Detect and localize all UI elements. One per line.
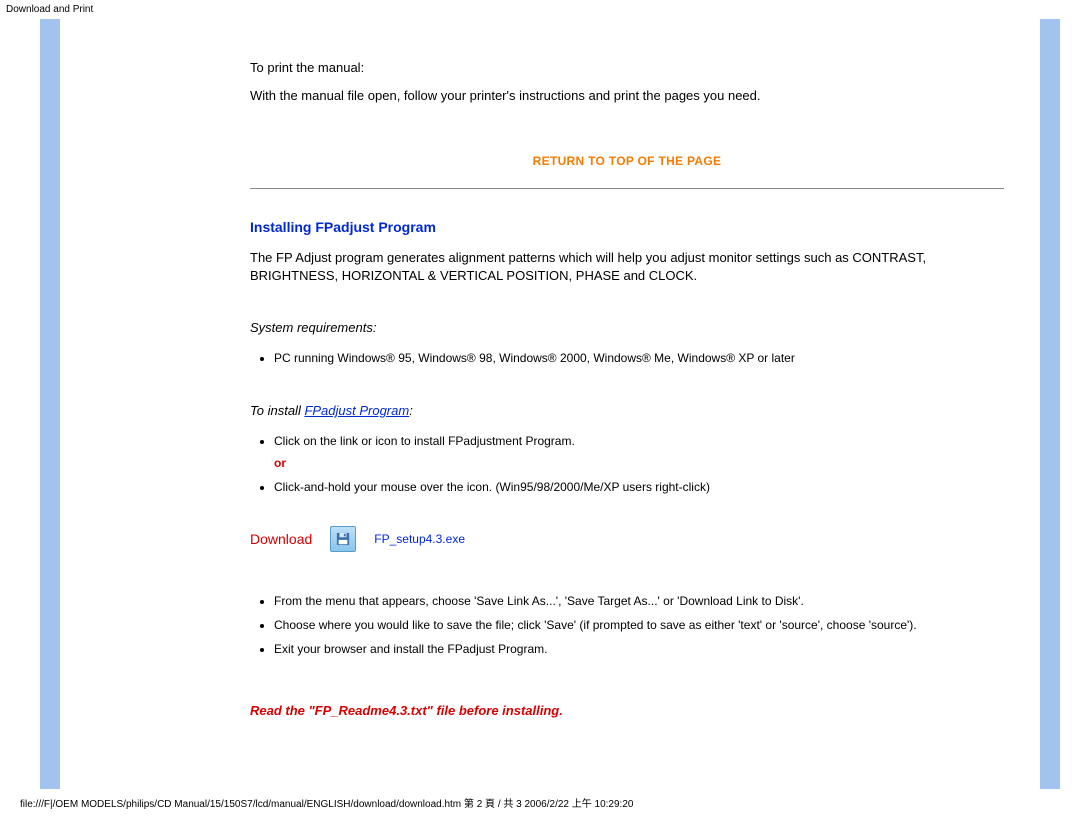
- download-label: Download: [250, 531, 312, 547]
- return-to-top: RETURN TO TOP OF THE PAGE: [250, 154, 1004, 168]
- content-column: To print the manual: With the manual fil…: [40, 19, 1060, 789]
- list-item: Exit your browser and install the FPadju…: [274, 640, 1004, 658]
- or-label: or: [274, 454, 1004, 472]
- floppy-disk-icon[interactable]: [330, 526, 356, 552]
- install-label-suffix: :: [409, 403, 413, 418]
- install-label: To install FPadjust Program:: [250, 403, 1004, 418]
- print-instructions: With the manual file open, follow your p…: [250, 87, 1004, 105]
- list-item: Click on the link or icon to install FPa…: [274, 432, 1004, 472]
- divider: [250, 188, 1004, 189]
- fpadjust-desc: The FP Adjust program generates alignmen…: [250, 249, 1004, 284]
- page-wrap: To print the manual: With the manual fil…: [0, 19, 1080, 789]
- install-step1-text: Click on the link or icon to install FPa…: [274, 434, 575, 448]
- install-label-prefix: To install: [250, 403, 304, 418]
- download-file-link[interactable]: FP_setup4.3.exe: [374, 532, 465, 546]
- download-row: Download FP_setup4.3.exe: [250, 526, 1004, 552]
- floppy-svg: [336, 532, 350, 546]
- list-item: PC running Windows® 95, Windows® 98, Win…: [274, 349, 1004, 367]
- sysreq-list: PC running Windows® 95, Windows® 98, Win…: [274, 349, 1004, 367]
- breadcrumb: Download and Print: [0, 0, 1080, 19]
- print-heading: To print the manual:: [250, 59, 1004, 77]
- menu-steps-list: From the menu that appears, choose 'Save…: [274, 592, 1004, 658]
- return-to-top-link[interactable]: RETURN TO TOP OF THE PAGE: [533, 154, 722, 168]
- sysreq-label: System requirements:: [250, 320, 1004, 335]
- install-steps-list: Click on the link or icon to install FPa…: [274, 432, 1004, 496]
- content: To print the manual: With the manual fil…: [250, 59, 1004, 718]
- fpadjust-program-link[interactable]: FPadjust Program: [304, 403, 409, 418]
- list-item: From the menu that appears, choose 'Save…: [274, 592, 1004, 610]
- list-item: Choose where you would like to save the …: [274, 616, 1004, 634]
- footer-path: file:///F|/OEM MODELS/philips/CD Manual/…: [0, 789, 1080, 822]
- readme-notice: Read the "FP_Readme4.3.txt" file before …: [250, 703, 1004, 718]
- section-title-fpadjust: Installing FPadjust Program: [250, 219, 1004, 235]
- list-item: Click-and-hold your mouse over the icon.…: [274, 478, 1004, 496]
